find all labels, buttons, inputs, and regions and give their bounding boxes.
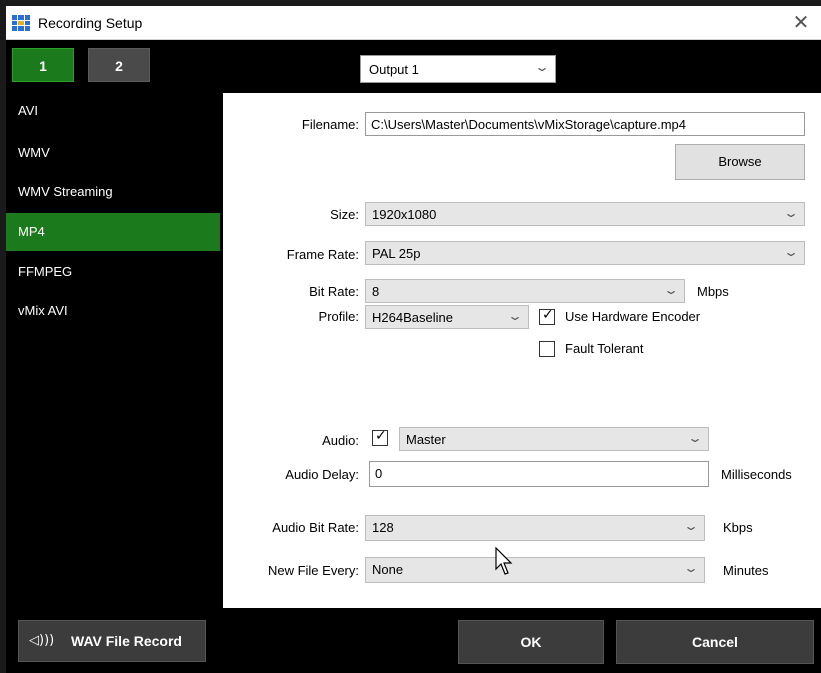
new-file-every-dropdown[interactable]: None ⌄	[365, 557, 705, 583]
title-bar: Recording Setup ✕	[6, 6, 821, 40]
frame-rate-label: Frame Rate:	[286, 247, 359, 262]
bit-rate-label: Bit Rate:	[309, 284, 359, 299]
frame-rate-dropdown[interactable]: PAL 25p ⌄	[365, 241, 805, 265]
sidebar-item-wmv-streaming[interactable]: WMV Streaming	[6, 173, 220, 211]
tab-2[interactable]: 2	[88, 48, 150, 82]
wav-file-record-button[interactable]: ◁))) WAV File Record	[18, 620, 206, 662]
cancel-button[interactable]: Cancel	[616, 620, 814, 664]
tab-1[interactable]: 1	[12, 48, 74, 82]
fault-tolerant-label: Fault Tolerant	[565, 341, 644, 356]
profile-label: Profile:	[318, 309, 359, 324]
audio-bit-rate-dropdown[interactable]: 128 ⌄	[365, 515, 705, 541]
chevron-down-icon: ⌄	[682, 561, 700, 575]
hardware-encoder-checkbox[interactable]: ✓	[539, 307, 555, 325]
dialog-footer: ◁))) WAV File Record OK Cancel	[6, 608, 821, 673]
window-title: Recording Setup	[38, 15, 143, 31]
checkmark-icon: ✓	[375, 428, 387, 444]
new-file-every-value: None	[372, 562, 404, 577]
new-file-every-unit: Minutes	[723, 563, 769, 578]
profile-value: H264Baseline	[372, 310, 453, 325]
format-sidebar: AVI WMV WMV Streaming MP4 FFMPEG vMix AV…	[6, 92, 220, 608]
audio-delay-label: Audio Delay:	[285, 467, 359, 482]
sidebar-item-mp4[interactable]: MP4	[6, 213, 220, 251]
audio-bit-rate-value: 128	[372, 520, 394, 535]
bit-rate-dropdown[interactable]: 8 ⌄	[365, 279, 685, 303]
chevron-down-icon: ⌄	[506, 309, 524, 323]
audio-source-value: Master	[406, 432, 446, 447]
bit-rate-value: 8	[372, 284, 380, 299]
chevron-down-icon: ⌄	[682, 519, 700, 533]
fault-tolerant-checkbox[interactable]	[539, 341, 555, 357]
recording-setup-dialog: 1 2 Output 1 ⌄ AVI WMV WMV Streaming MP4…	[6, 40, 821, 673]
chevron-down-icon: ⌄	[662, 283, 680, 297]
audio-delay-field[interactable]: 0	[369, 461, 709, 487]
chevron-down-icon: ⌄	[782, 245, 800, 259]
output-select-value: Output 1	[369, 62, 419, 77]
checkmark-icon: ✓	[542, 307, 554, 323]
chevron-down-icon: ⌄	[533, 60, 551, 74]
filename-label: Filename:	[301, 117, 359, 132]
audio-checkbox[interactable]: ✓	[372, 428, 388, 446]
sidebar-item-avi[interactable]: AVI	[6, 92, 220, 130]
filename-value: C:\Users\Master\Documents\vMixStorage\ca…	[371, 117, 686, 132]
audio-delay-value: 0	[375, 466, 383, 481]
hardware-encoder-label: Use Hardware Encoder	[565, 309, 701, 324]
speaker-icon: ◁)))	[29, 633, 55, 648]
frame-rate-value: PAL 25p	[372, 246, 421, 261]
chevron-down-icon: ⌄	[686, 431, 704, 445]
mouse-cursor-icon	[495, 547, 513, 575]
settings-panel: Filename: C:\Users\Master\Documents\vMix…	[223, 93, 821, 608]
audio-source-dropdown[interactable]: Master ⌄	[399, 427, 709, 451]
vmix-app-icon	[12, 15, 30, 31]
audio-label: Audio:	[322, 433, 359, 448]
size-dropdown[interactable]: 1920x1080 ⌄	[365, 202, 805, 226]
bit-rate-unit: Mbps	[697, 284, 729, 299]
new-file-every-label: New File Every:	[267, 563, 359, 578]
size-value: 1920x1080	[372, 207, 437, 222]
chevron-down-icon: ⌄	[782, 206, 800, 220]
browse-button[interactable]: Browse	[675, 144, 805, 180]
tab-bar: 1 2 Output 1 ⌄	[6, 40, 821, 92]
filename-field[interactable]: C:\Users\Master\Documents\vMixStorage\ca…	[365, 112, 805, 136]
size-label: Size:	[330, 207, 359, 222]
output-select[interactable]: Output 1 ⌄	[360, 55, 556, 83]
sidebar-item-wmv[interactable]: WMV	[6, 134, 220, 172]
close-icon[interactable]: ✕	[789, 10, 813, 34]
audio-bit-rate-unit: Kbps	[723, 520, 753, 535]
profile-dropdown[interactable]: H264Baseline ⌄	[365, 305, 529, 329]
wav-file-record-label: WAV File Record	[71, 633, 182, 649]
sidebar-item-ffmpeg[interactable]: FFMPEG	[6, 253, 220, 291]
ok-button[interactable]: OK	[458, 620, 604, 664]
sidebar-item-vmix-avi[interactable]: vMix AVI	[6, 292, 220, 330]
audio-delay-unit: Milliseconds	[721, 467, 792, 482]
audio-bit-rate-label: Audio Bit Rate:	[272, 520, 359, 535]
